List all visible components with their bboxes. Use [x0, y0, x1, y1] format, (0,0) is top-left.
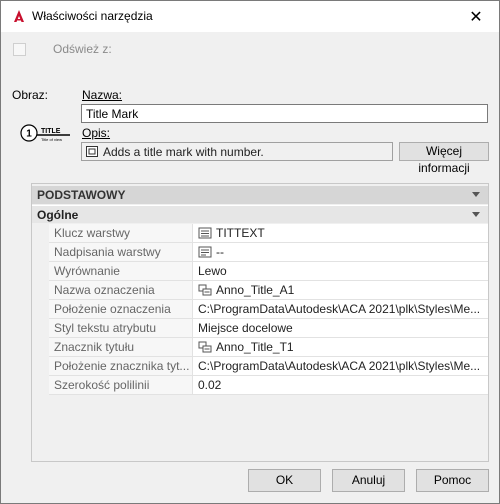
ok-button[interactable]: OK	[248, 469, 321, 492]
preview-subtitle: Title of view	[41, 137, 62, 142]
property-value[interactable]: 0.02	[194, 376, 488, 394]
property-grid: PODSTAWOWY Ogólne Klucz warstwy TITTEXT Na…	[31, 183, 489, 462]
refresh-label: Odśwież z:	[53, 42, 112, 56]
close-button[interactable]: ✕	[453, 1, 499, 32]
help-button[interactable]: Pomoc	[416, 469, 489, 492]
more-info-button[interactable]: Więcej informacji	[399, 142, 489, 175]
property-value[interactable]: TITTEXT	[194, 224, 488, 242]
category-label: PODSTAWOWY	[37, 188, 126, 202]
property-value-text: TITTEXT	[216, 226, 265, 240]
preview-number: 1	[26, 129, 32, 140]
property-value-text: Lewo	[198, 264, 227, 278]
property-value[interactable]: Lewo	[194, 262, 488, 280]
layer-key-icon	[198, 226, 212, 239]
property-value-text: --	[216, 245, 224, 259]
property-key: Położenie oznaczenia	[49, 300, 193, 318]
property-key: Styl tekstu atrybutu	[49, 319, 193, 337]
property-value-text: C:\ProgramData\Autodesk\ACA 2021\plk\Sty…	[198, 302, 481, 316]
property-value[interactable]: Miejsce docelowe	[194, 319, 488, 337]
property-value[interactable]: Anno_Title_A1	[194, 281, 488, 299]
collapse-arrow-icon[interactable]	[472, 212, 480, 217]
description-icon	[86, 146, 98, 157]
description-label: Opis:	[82, 126, 111, 140]
property-value-text: Anno_Title_A1	[216, 283, 295, 297]
property-value-text: 0.02	[198, 378, 222, 392]
block-icon	[198, 340, 212, 353]
property-value[interactable]: --	[194, 243, 488, 261]
property-key: Klucz warstwy	[49, 224, 193, 242]
property-value[interactable]: Anno_Title_T1	[194, 338, 488, 356]
property-key: Znacznik tytułu	[49, 338, 193, 356]
cancel-button[interactable]: Anuluj	[332, 469, 405, 492]
image-label: Obraz:	[12, 88, 49, 102]
name-input[interactable]: Title Mark	[81, 104, 488, 123]
property-row[interactable]: Położenie znacznika tyt... C:\ProgramData…	[49, 357, 488, 376]
group-label: Ogólne	[37, 208, 79, 222]
tool-preview-image: 1 TITLE Title of view	[18, 122, 72, 146]
preview-title: TITLE	[41, 128, 61, 135]
collapse-arrow-icon[interactable]	[472, 192, 480, 197]
category-header[interactable]: PODSTAWOWY	[32, 186, 488, 204]
property-row[interactable]: Styl tekstu atrybutu Miejsce docelowe	[49, 319, 488, 338]
tool-properties-dialog: Właściwości narzędzia ✕ Odśwież z: Obraz…	[0, 0, 500, 504]
property-row[interactable]: Nazwa oznaczenia Anno_Title_A1	[49, 281, 488, 300]
property-key: Nazwa oznaczenia	[49, 281, 193, 299]
property-row[interactable]: Położenie oznaczenia C:\ProgramData\Autod…	[49, 300, 488, 319]
property-key: Wyrównanie	[49, 262, 193, 280]
property-rows: Klucz warstwy TITTEXT Nadpisania warstwy --…	[49, 224, 488, 395]
description-field[interactable]: Adds a title mark with number.	[81, 142, 393, 161]
property-row[interactable]: Znacznik tytułu Anno_Title_T1	[49, 338, 488, 357]
property-row[interactable]: Nadpisania warstwy --	[49, 243, 488, 262]
autocad-logo-icon	[11, 8, 27, 24]
property-row[interactable]: Szerokość polilinii 0.02	[49, 376, 488, 395]
property-value[interactable]: C:\ProgramData\Autodesk\ACA 2021\plk\Sty…	[194, 300, 488, 318]
property-key: Nadpisania warstwy	[49, 243, 193, 261]
description-text: Adds a title mark with number.	[103, 145, 264, 159]
close-icon: ✕	[469, 8, 483, 26]
property-row[interactable]: Klucz warstwy TITTEXT	[49, 224, 488, 243]
name-label: Nazwa:	[82, 88, 123, 102]
property-value[interactable]: C:\ProgramData\Autodesk\ACA 2021\plk\Sty…	[194, 357, 488, 375]
layer-override-icon	[198, 245, 212, 258]
property-value-text: C:\ProgramData\Autodesk\ACA 2021\plk\Sty…	[198, 359, 481, 373]
window-title: Właściwości narzędzia	[32, 9, 153, 23]
property-value-text: Miejsce docelowe	[198, 321, 293, 335]
property-value-text: Anno_Title_T1	[216, 340, 294, 354]
refresh-checkbox[interactable]	[13, 43, 26, 56]
block-icon	[198, 283, 212, 296]
property-row[interactable]: Wyrównanie Lewo	[49, 262, 488, 281]
property-key: Szerokość polilinii	[49, 376, 193, 394]
property-key: Położenie znacznika tyt...	[49, 357, 193, 375]
group-header[interactable]: Ogólne	[32, 205, 488, 223]
title-bar: Właściwości narzędzia ✕	[1, 1, 499, 32]
